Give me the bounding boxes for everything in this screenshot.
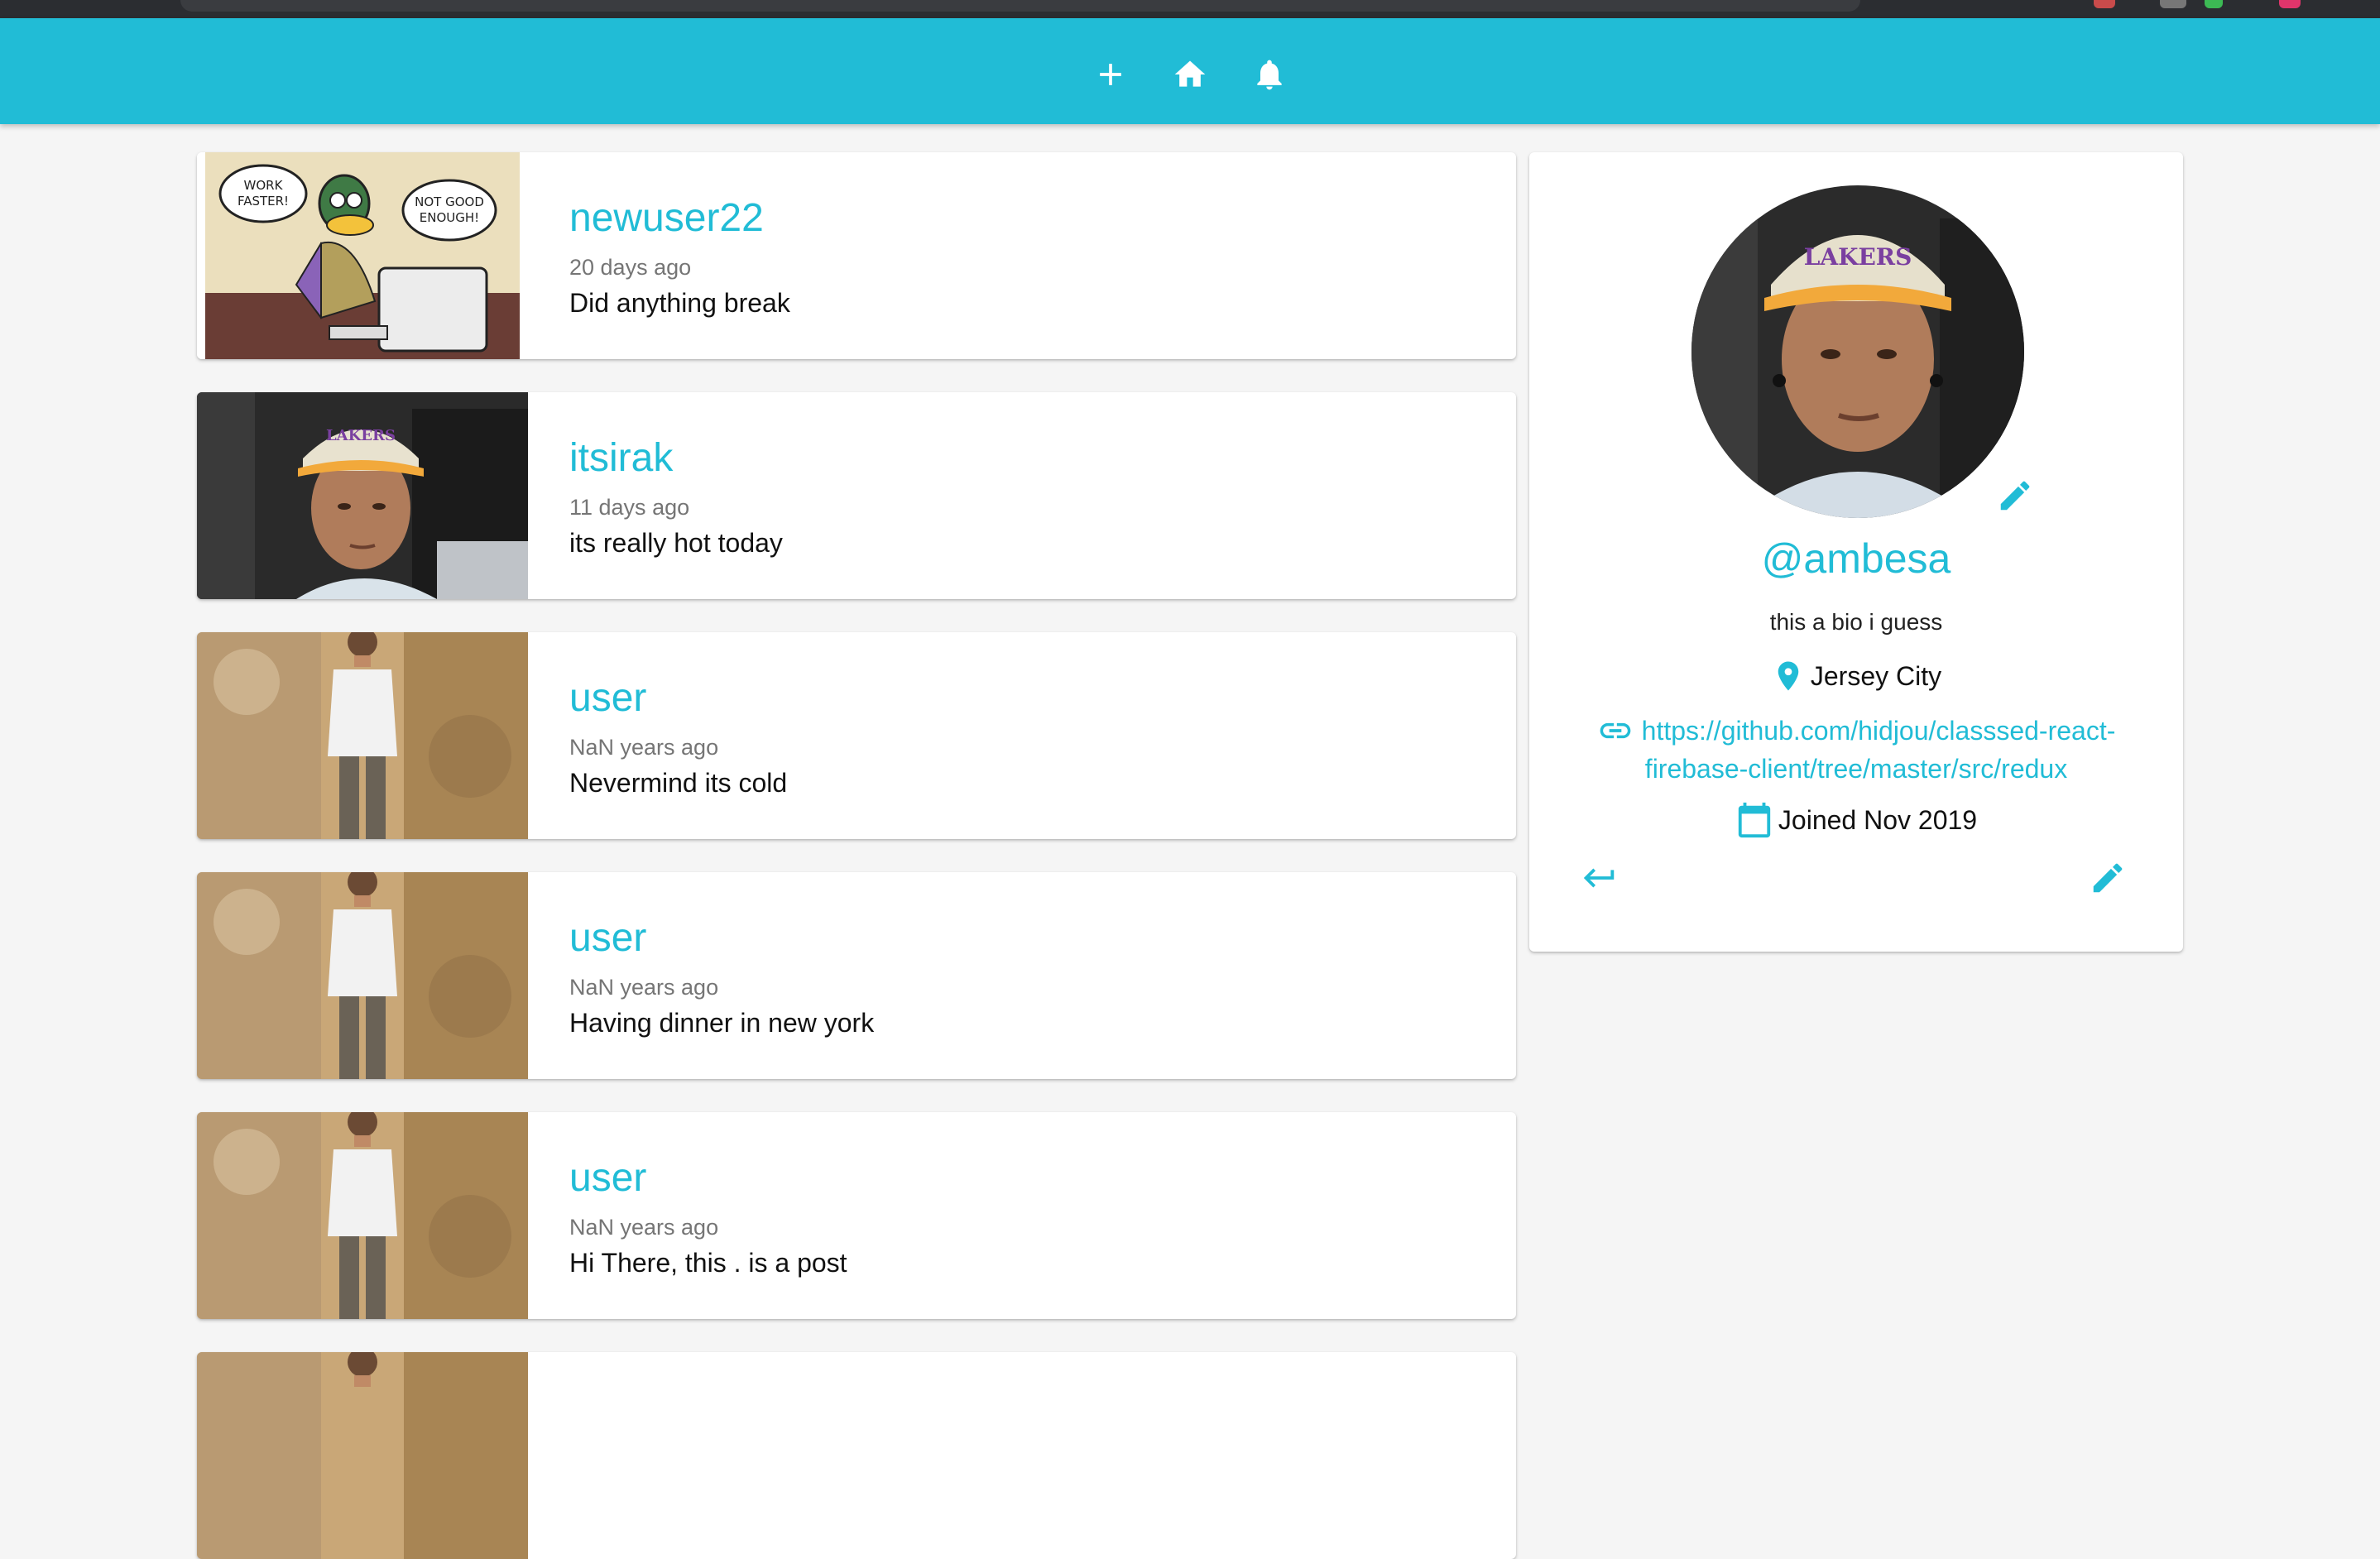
joined-text: Joined Nov 2019 [1778,804,1978,835]
edit-profile-icon [2093,863,2123,893]
website-text-line2[interactable]: firebase-client/tree/master/src/redux [1645,750,2067,788]
extension-icon[interactable] [2094,0,2115,8]
profile-location: Jersey City [1529,659,2183,693]
link-icon [1600,722,1630,739]
post-image: LAKERS [197,392,528,599]
profile-bio: this a bio i guess [1769,609,1943,635]
post-body: Having dinner in new york [569,1008,875,1038]
comic-text: FASTER! [238,194,289,209]
extension-icon[interactable] [2205,0,2223,8]
post-content: user NaN years ago Having dinner in new … [569,872,1483,1079]
bell-icon [1257,60,1282,90]
post-timestamp: NaN years ago [569,735,719,760]
profile-joined: Joined Nov 2019 [1529,801,2183,839]
post-body: Nevermind its cold [569,768,788,798]
post-user-handle[interactable]: user [569,675,646,721]
post-content: itsirak 11 days ago its really hot today [569,392,1483,599]
extension-icon[interactable] [2160,0,2186,8]
post-timestamp: NaN years ago [569,1215,719,1240]
calendar-icon [1738,802,1771,838]
svg-text:LAKERS: LAKERS [1804,243,1912,271]
profile-website-link[interactable]: https://github.com/hidjou/classsed-react… [1529,712,2183,788]
browser-tab-bar [180,0,1860,12]
home-button[interactable] [1165,51,1215,98]
logout-button[interactable] [1581,859,1619,897]
plus-icon [1100,64,1121,85]
profile-handle-link[interactable]: @ambesa [1529,535,2183,583]
svg-text:LAKERS: LAKERS [326,427,396,444]
post-content: newuser22 20 days ago Did anything break [569,152,1483,359]
comic-text: NOT GOOD [415,194,484,209]
post-image [197,1352,528,1559]
post-user-handle[interactable]: itsirak [569,435,673,481]
location-text: Jersey City [1810,660,1942,691]
post-timestamp: 20 days ago [569,255,692,280]
post-image [197,1112,528,1319]
new-post-button[interactable] [1086,51,1135,98]
post-image [197,872,528,1079]
post-card [197,1352,1516,1559]
app-bar [0,18,2380,124]
post-card: WORK FASTER! NOT GOOD ENOUGH! newuser22 … [197,152,1516,359]
post-timestamp: NaN years ago [569,975,719,1000]
post-body: Hi There, this . is a post [569,1248,847,1278]
post-image [197,632,528,839]
post-image: WORK FASTER! NOT GOOD ENOUGH! [197,152,528,359]
edit-profile-button[interactable] [2089,859,2127,897]
comic-text: ENOUGH! [420,210,479,225]
logout-icon [1583,868,1615,888]
post-content: user NaN years ago Hi There, this . is a… [569,1112,1483,1319]
post-body: Did anything break [569,288,790,318]
post-body: its really hot today [569,528,783,558]
website-text-line1[interactable]: https://github.com/hidjou/classsed-react… [1642,712,2116,750]
edit-image-icon [2000,481,2030,511]
browser-top-strip [0,0,2380,18]
comic-text: WORK [244,178,284,193]
location-pin-icon [1778,661,1799,691]
post-card: user NaN years ago Having dinner in new … [197,872,1516,1079]
home-icon [1174,60,1206,87]
post-card: user NaN years ago Nevermind its cold [197,632,1516,839]
profile-card: LAKERS @ambesa this a bio i guess Jersey… [1529,152,2183,952]
post-card: user NaN years ago Hi There, this . is a… [197,1112,1516,1319]
post-card: LAKERS itsirak 11 days ago its really ho… [197,392,1516,599]
post-timestamp: 11 days ago [569,495,690,520]
post-user-handle[interactable]: user [569,1155,646,1201]
post-user-handle[interactable]: newuser22 [569,195,764,241]
post-content: user NaN years ago Nevermind its cold [569,632,1483,839]
profile-avatar: LAKERS [1691,185,2024,518]
notifications-button[interactable] [1245,51,1294,98]
edit-image-button[interactable] [1996,477,2034,515]
post-user-handle[interactable]: user [569,915,646,961]
profile-avatar-icon[interactable] [2279,0,2301,8]
post-content [569,1352,1483,1559]
